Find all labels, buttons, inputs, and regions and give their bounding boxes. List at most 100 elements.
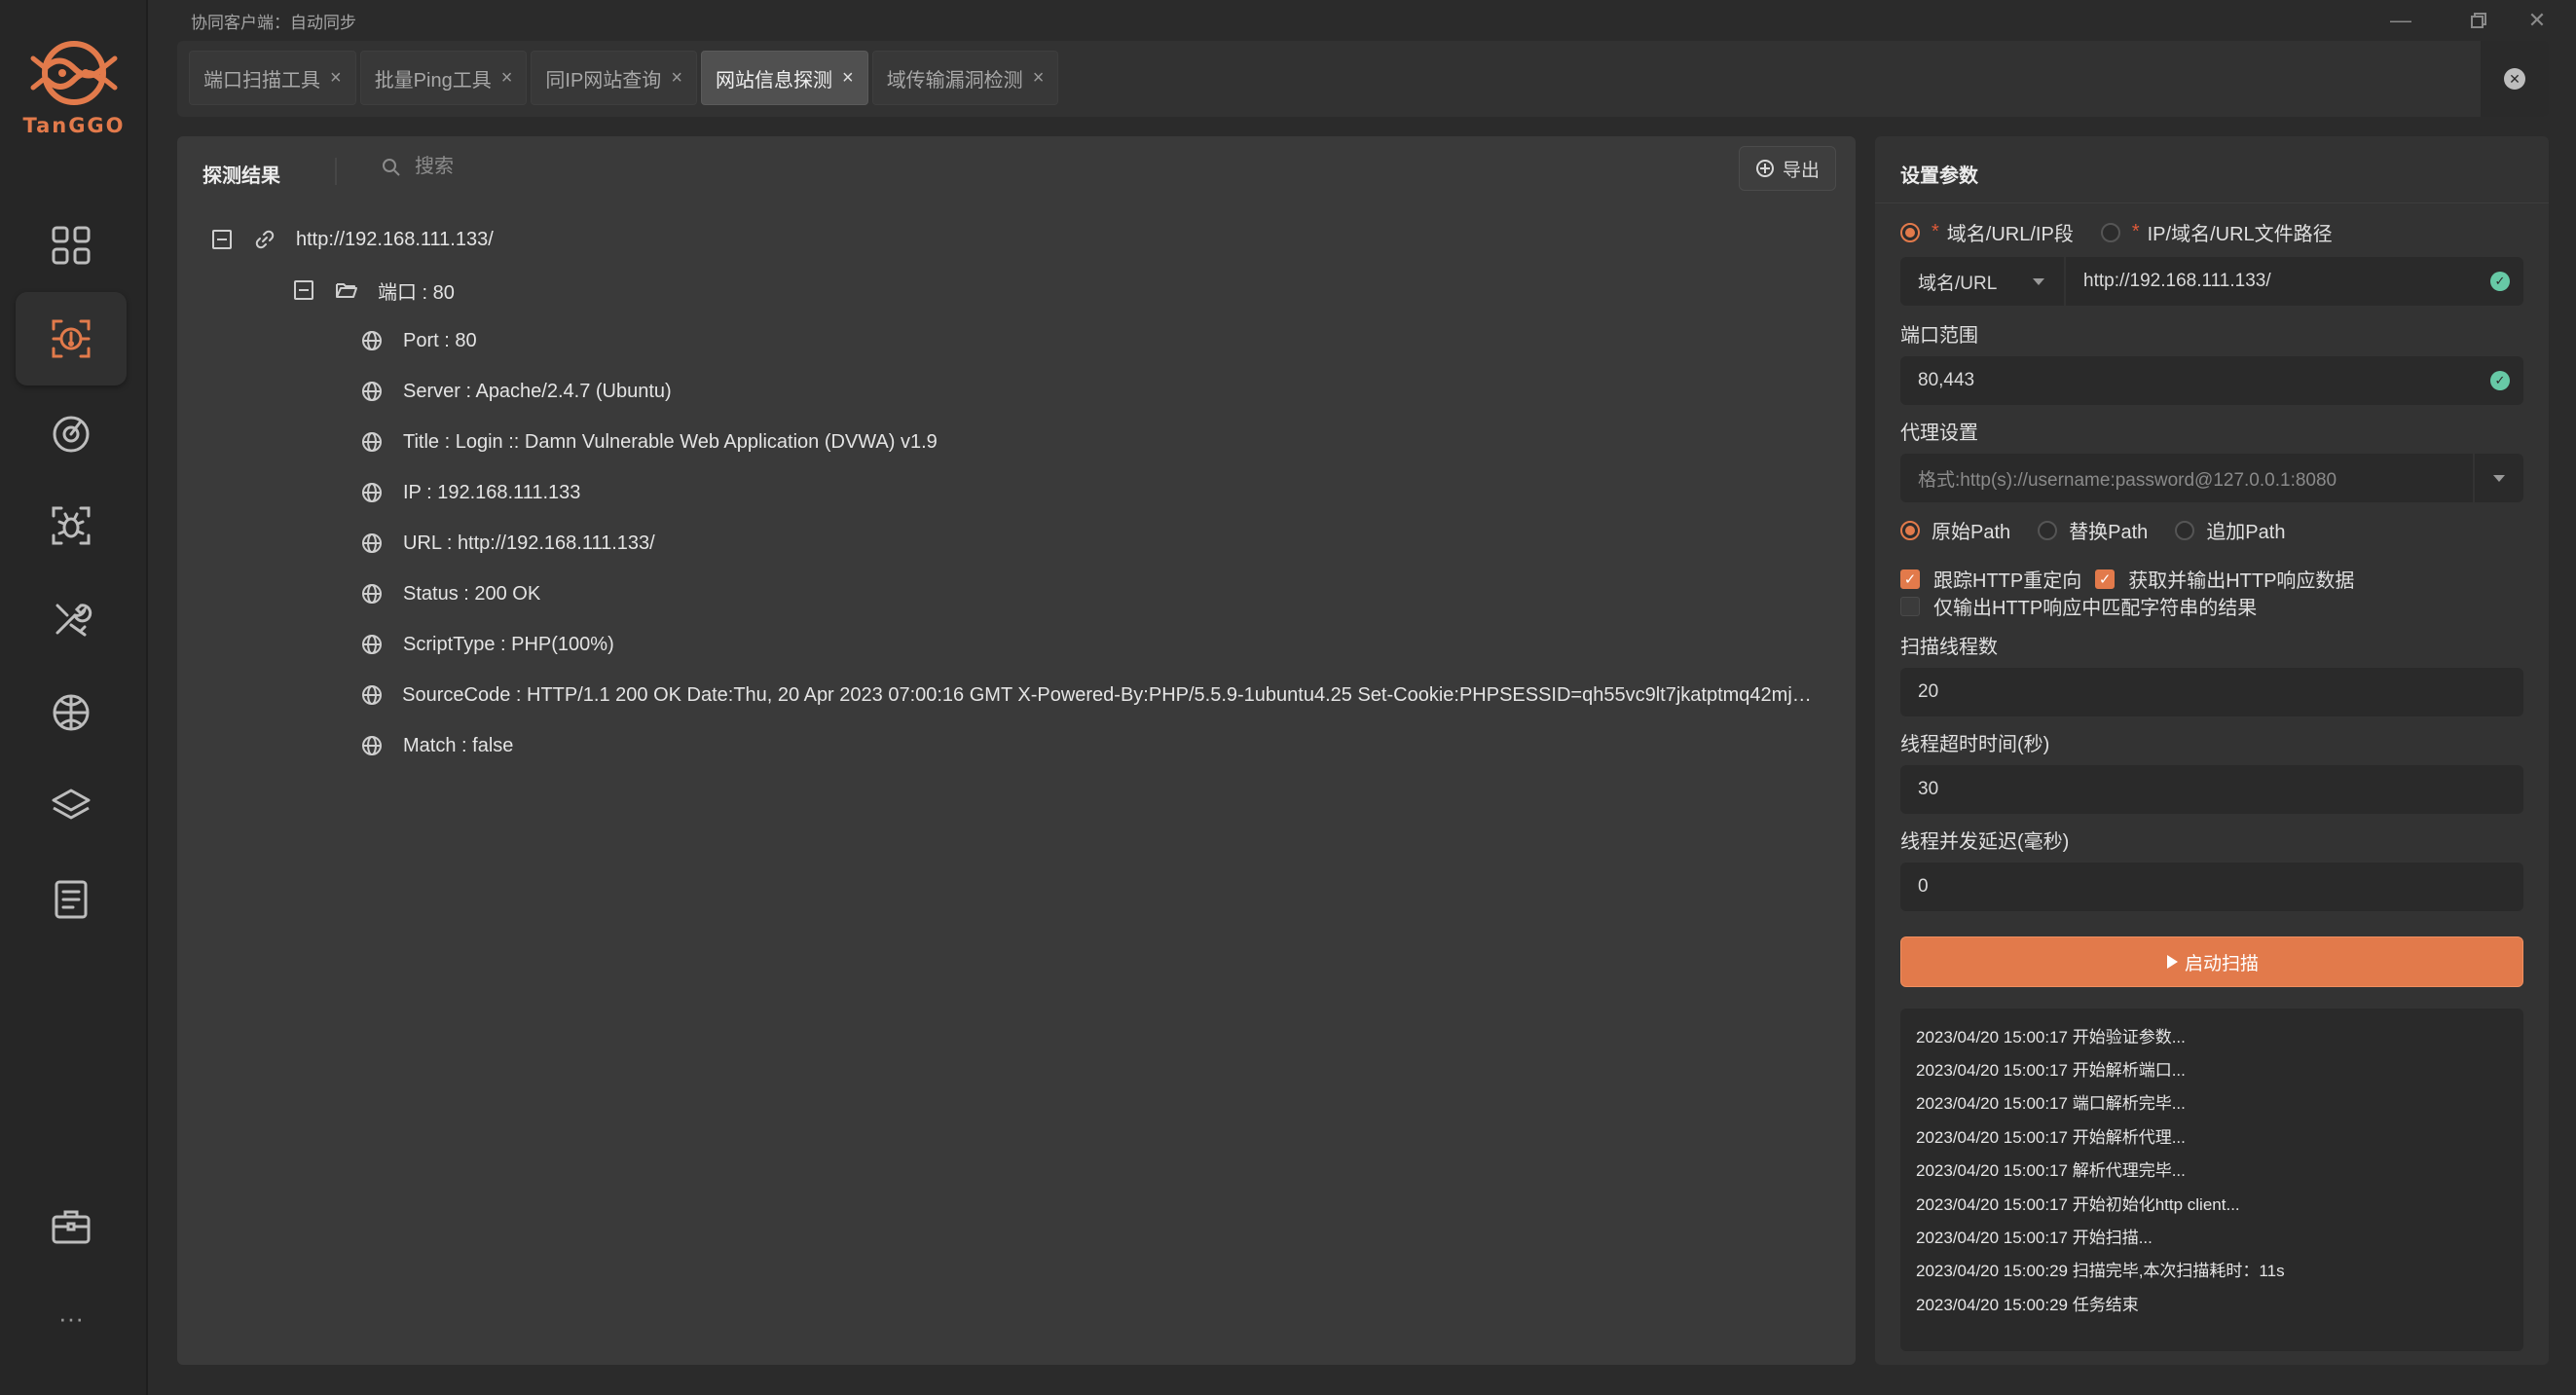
tab-label: 网站信息探测 [716, 69, 832, 92]
close-all-tabs-area: ✕ [2481, 41, 2549, 117]
tree-leaf-item[interactable]: Status : 200 OK [360, 578, 540, 609]
tab-website-probe[interactable]: 网站信息探测 × [701, 51, 868, 105]
redirect-options: 跟踪HTTP重定向 获取并输出HTTP响应数据 [1900, 565, 2354, 593]
radio-domain-url-ip[interactable] [1900, 222, 1920, 242]
timeout-field: 30 [1900, 765, 2523, 814]
network-globe-icon [53, 694, 90, 731]
results-panel: 探测结果 导出 http://192.168.111.133/ 端口 : 80 … [177, 136, 1856, 1365]
tools-icon [55, 604, 92, 637]
close-all-tabs-icon[interactable]: ✕ [2504, 68, 2525, 90]
threads-input[interactable]: 20 [1900, 681, 2523, 703]
nav-speed[interactable] [16, 385, 127, 479]
nav-network[interactable] [16, 666, 127, 759]
nav-dashboard[interactable] [16, 199, 127, 292]
tree-port-node[interactable]: 端口 : 80 [294, 275, 455, 306]
required-mark: * [1932, 221, 1939, 242]
timeout-input[interactable]: 30 [1900, 779, 2523, 800]
tree-root-node[interactable]: http://192.168.111.133/ [212, 224, 494, 255]
log-line: 2023/04/20 15:00:29 扫描完毕,本次扫描耗时：11s [1916, 1262, 2285, 1281]
tree-leaf-label: URL : http://192.168.111.133/ [403, 532, 655, 554]
tab-label: 批量Ping工具 [374, 69, 492, 92]
radio-append-path[interactable] [2175, 520, 2195, 540]
proxy-label: 代理设置 [1900, 422, 1978, 444]
tab-zone-transfer[interactable]: 域传输漏洞检测 × [871, 51, 1059, 105]
delay-field: 0 [1900, 863, 2523, 911]
tab-label: 域传输漏洞检测 [886, 69, 1023, 92]
tab-close-icon[interactable]: × [330, 67, 342, 90]
target-input[interactable]: http://192.168.111.133/ [2066, 271, 2490, 292]
minimize-button[interactable]: — [2381, 6, 2420, 35]
delay-input[interactable]: 0 [1900, 876, 2523, 898]
radio-label: IP/域名/URL文件路径 [2147, 224, 2333, 245]
log-line: 2023/04/20 15:00:17 端口解析完毕... [1916, 1094, 2186, 1114]
globe-icon [360, 430, 384, 454]
path-mode-group: 原始Path 替换Path 追加Path [1900, 516, 2285, 544]
tab-same-ip[interactable]: 同IP网站查询 × [531, 51, 697, 105]
select-value: 域名/URL [1918, 273, 1998, 294]
nav-more[interactable]: ··· [16, 1271, 127, 1365]
settings-title: 设置参数 [1900, 165, 1978, 187]
tree-leaf-item[interactable]: IP : 192.168.111.133 [360, 477, 580, 508]
link-icon [253, 228, 276, 251]
log-line: 2023/04/20 15:00:17 开始扫描... [1916, 1229, 2153, 1248]
nav-tools[interactable] [16, 572, 127, 666]
tab-list: 端口扫描工具 × 批量Ping工具 × 同IP网站查询 × 网站信息探测 × 域… [189, 51, 1059, 105]
radio-file-path[interactable] [2100, 222, 2120, 242]
tab-close-icon[interactable]: × [671, 67, 682, 90]
radio-replace-path[interactable] [2038, 520, 2058, 540]
nav-website-probe[interactable] [16, 292, 127, 385]
layers-icon [52, 789, 91, 820]
nav-vuln-scan[interactable] [16, 479, 127, 572]
tree-leaf-item[interactable]: URL : http://192.168.111.133/ [360, 528, 655, 559]
sidebar: TanGGO ··· [0, 0, 148, 1395]
tree-leaf-item[interactable]: ScriptType : PHP(100%) [360, 629, 614, 660]
globe-icon [360, 683, 383, 707]
results-title: 探测结果 [202, 165, 280, 187]
search-input[interactable] [415, 156, 707, 178]
export-button[interactable]: 导出 [1738, 146, 1836, 191]
checkbox-label: 仅输出HTTP响应中匹配字符串的结果 [1933, 598, 2258, 619]
required-mark: * [2131, 221, 2140, 242]
tab-port-scan[interactable]: 端口扫描工具 × [189, 51, 356, 105]
start-scan-label: 启动扫描 [2184, 953, 2259, 974]
collapse-icon[interactable] [212, 230, 232, 249]
tree-leaf-item[interactable]: Server : Apache/2.4.7 (Ubuntu) [360, 376, 672, 407]
export-icon [1755, 160, 1774, 177]
target-type-select[interactable]: 域名/URL [1900, 257, 2066, 306]
collapse-icon[interactable] [294, 280, 313, 300]
tree-leaf-item[interactable]: Match : false [360, 730, 513, 761]
tab-close-icon[interactable]: × [842, 67, 854, 90]
radio-label: 域名/URL/IP段 [1946, 224, 2074, 245]
radio-original-path[interactable] [1900, 520, 1920, 540]
log-line: 2023/04/20 15:00:17 开始初始化http client... [1916, 1194, 2240, 1214]
tab-label: 同IP网站查询 [545, 69, 662, 92]
folder-open-icon [335, 278, 358, 302]
tab-label: 端口扫描工具 [203, 69, 320, 92]
close-window-button[interactable]: ✕ [2518, 6, 2557, 35]
tab-close-icon[interactable]: × [1033, 67, 1045, 90]
nav-layers[interactable] [16, 759, 127, 853]
tree-port-label: 端口 : 80 [378, 281, 455, 304]
fetch-response-checkbox[interactable] [2095, 569, 2116, 589]
tab-close-icon[interactable]: × [501, 67, 513, 90]
maximize-button[interactable] [2459, 6, 2498, 35]
port-range-input[interactable]: 80,443 [1900, 370, 2490, 391]
log-line: 2023/04/20 15:00:17 开始解析端口... [1916, 1061, 2186, 1081]
chevron-down-icon [2033, 277, 2044, 285]
globe-icon [360, 582, 384, 606]
follow-redirect-checkbox[interactable] [1900, 569, 1920, 589]
tree-leaf-label: Server : Apache/2.4.7 (Ubuntu) [403, 380, 672, 402]
start-scan-button[interactable]: 启动扫描 [1900, 936, 2523, 987]
proxy-dropdown-button[interactable] [2473, 454, 2523, 502]
title-bar: 协同客户端：自动同步 — ✕ [148, 0, 2576, 39]
tree-leaf-item[interactable]: Title : Login :: Damn Vulnerable Web App… [360, 426, 938, 458]
only-matched-checkbox[interactable] [1900, 596, 1920, 616]
nav-toolbox[interactable] [16, 1180, 127, 1273]
globe-icon [360, 329, 384, 352]
tree-leaf-item[interactable]: Port : 80 [360, 325, 477, 356]
nav-documents[interactable] [16, 853, 127, 946]
proxy-input[interactable]: 格式:http(s)://username:password@127.0.0.1… [1900, 465, 2473, 492]
export-label: 导出 [1782, 160, 1820, 181]
tree-leaf-item[interactable]: SourceCode : HTTP/1.1 200 OK Date:Thu, 2… [360, 679, 1821, 711]
tab-batch-ping[interactable]: 批量Ping工具 × [359, 51, 528, 105]
